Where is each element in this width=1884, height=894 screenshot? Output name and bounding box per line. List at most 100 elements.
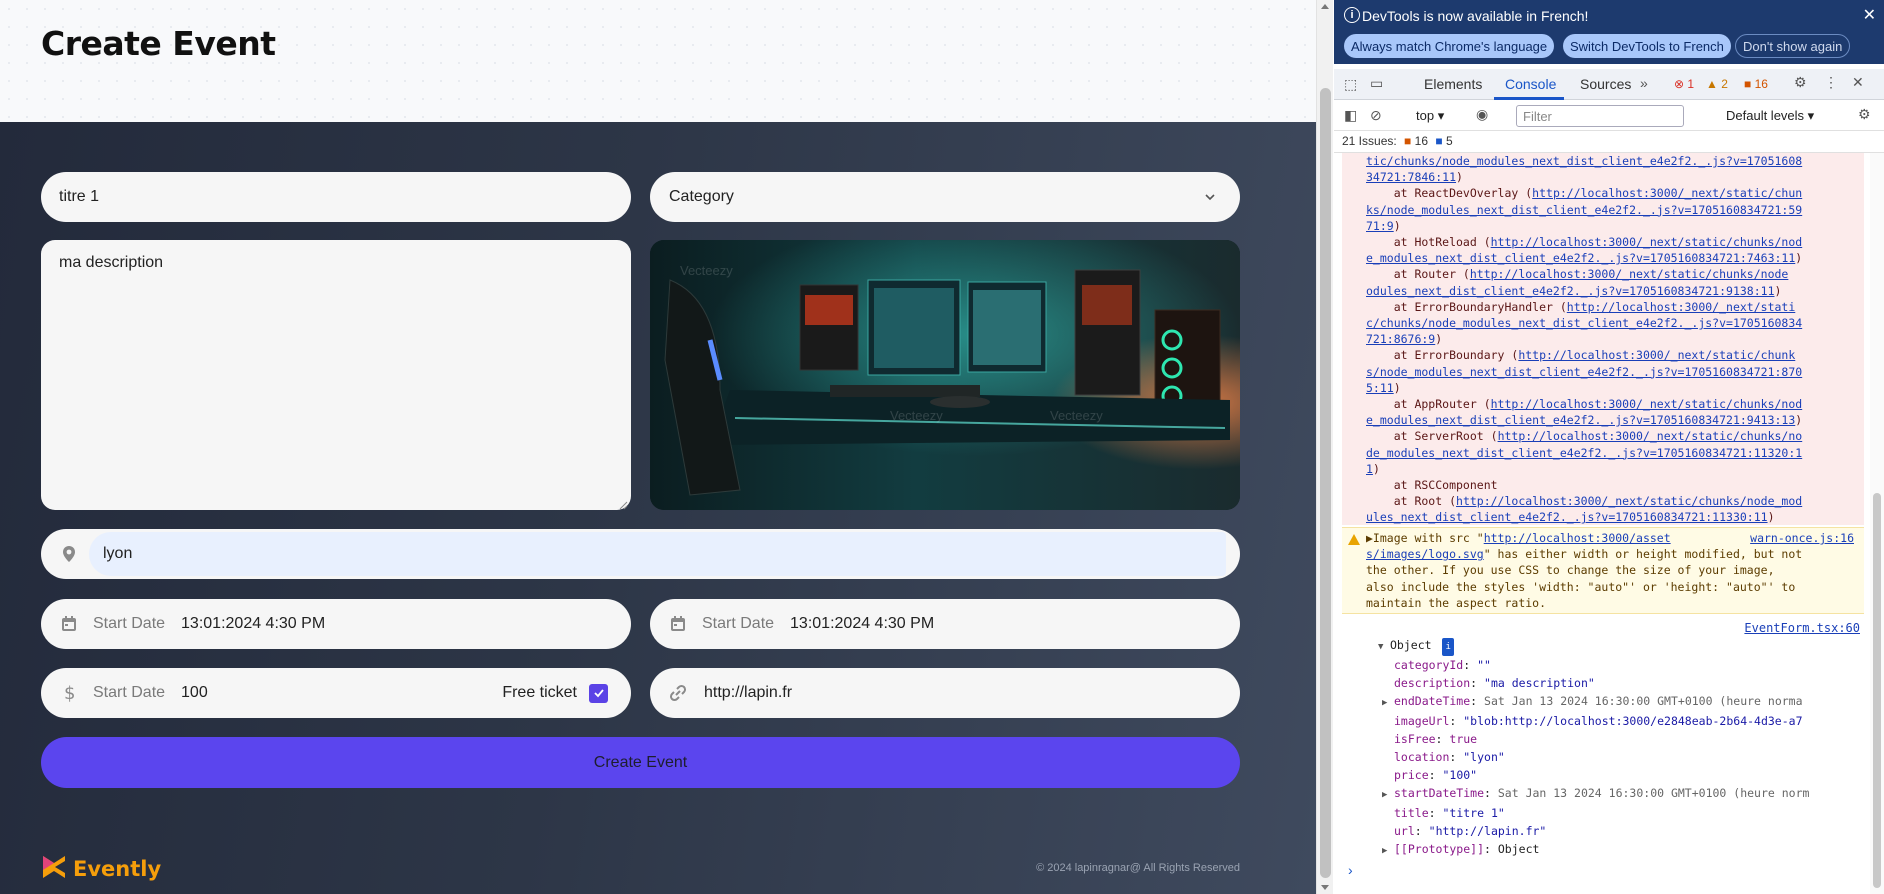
- object-header[interactable]: ▼ Object i: [1342, 636, 1864, 656]
- match-language-button[interactable]: Always match Chrome's language: [1344, 34, 1555, 58]
- object-property-row[interactable]: ▶ endDateTime: Sat Jan 13 2024 16:30:00 G…: [1342, 692, 1864, 712]
- stack-line-link[interactable]: odules_next_dist_client_e4e2f2._.js?v=17…: [1366, 284, 1775, 298]
- stack-line-link[interactable]: e_modules_next_dist_client_e4e2f2._.js?v…: [1366, 413, 1795, 427]
- stack-line-suffix: ): [1372, 461, 1380, 476]
- log-source-link[interactable]: EventForm.tsx:60: [1744, 621, 1860, 635]
- create-event-button[interactable]: Create Event: [41, 737, 1240, 788]
- warning-line-1: ▶Image with src ": [1366, 531, 1484, 545]
- stack-line-link[interactable]: 5:11: [1366, 381, 1394, 395]
- scroll-down-arrow-icon[interactable]: [1321, 885, 1329, 890]
- stack-line: at AppRouter (http://localhost:3000/_nex…: [1366, 396, 1858, 412]
- expand-triangle-icon[interactable]: ▼: [1378, 638, 1390, 656]
- device-toolbar-icon[interactable]: ▭: [1370, 75, 1383, 92]
- stack-line-link[interactable]: http://localhost:3000/_next/static/chunk…: [1470, 267, 1789, 281]
- close-icon[interactable]: ✕: [1863, 5, 1876, 25]
- kebab-menu-icon[interactable]: ⋮: [1824, 74, 1838, 91]
- warning-line-4: also include the styles 'width: "auto"' …: [1366, 579, 1796, 594]
- console-prompt[interactable]: ›: [1348, 862, 1353, 878]
- stack-line-text: at ReactDevOverlay (: [1366, 186, 1533, 201]
- log-levels-dropdown[interactable]: Default levels ▾: [1726, 108, 1814, 124]
- stack-line-link[interactable]: c/chunks/node_modules_next_dist_client_e…: [1366, 316, 1802, 330]
- chevron-down-icon: [1200, 187, 1220, 207]
- stack-line-link[interactable]: 721:8676:9: [1366, 332, 1435, 346]
- tab-console[interactable]: Console: [1505, 76, 1556, 92]
- warning-line-5: maintain the aspect ratio.: [1366, 595, 1547, 610]
- resize-grip-icon[interactable]: [618, 497, 628, 510]
- switch-language-button[interactable]: Switch DevTools to French: [1563, 34, 1731, 58]
- stack-line-link[interactable]: http://localhost:3000/_next/static/chunk…: [1498, 429, 1803, 443]
- free-ticket-toggle[interactable]: Free ticket: [502, 683, 608, 703]
- issue-count-badge[interactable]: ■ 16: [1744, 77, 1768, 91]
- stack-line-link[interactable]: 34721:7846:11: [1366, 170, 1456, 184]
- expand-triangle-icon[interactable]: ▶: [1382, 694, 1394, 712]
- warning-image-link-cont[interactable]: s/images/logo.svg: [1366, 547, 1484, 561]
- stack-line-link[interactable]: 71:9: [1366, 219, 1394, 233]
- issues-bar[interactable]: 21 Issues: ■ 16 ■ 5: [1334, 131, 1884, 153]
- stack-line-link[interactable]: ks/node_modules_next_dist_client_e4e2f2.…: [1366, 203, 1802, 217]
- page-scrollbar-thumb[interactable]: [1320, 88, 1331, 878]
- warning-count-badge[interactable]: ▲ 2: [1706, 77, 1728, 91]
- console-settings-icon[interactable]: ⚙: [1858, 106, 1871, 123]
- stack-line-link[interactable]: http://localhost:3000/_next/static/chunk: [1518, 348, 1795, 362]
- location-value: lyon: [103, 545, 133, 562]
- error-count-badge[interactable]: ⊗ 1: [1674, 77, 1694, 91]
- stack-line-link[interactable]: s/node_modules_next_dist_client_e4e2f2._…: [1366, 365, 1802, 379]
- stack-line-link[interactable]: http://localhost:3000/_next/static/chunk…: [1491, 235, 1803, 249]
- url-input[interactable]: http://lapin.fr: [650, 668, 1240, 718]
- page-header: Create Event: [0, 0, 1316, 122]
- console-filter-input[interactable]: Filter: [1516, 105, 1684, 127]
- dont-show-again-button[interactable]: Don't show again: [1735, 34, 1851, 58]
- object-property-row[interactable]: ▶ [[Prototype]]: Object: [1342, 840, 1864, 860]
- warning-source-link[interactable]: warn-once.js:16: [1750, 530, 1854, 546]
- more-tabs-icon[interactable]: »: [1640, 75, 1648, 91]
- logged-object[interactable]: ▼ Object i categoryId: "" description: "ma…: [1342, 636, 1864, 860]
- property-value: true: [1449, 732, 1478, 746]
- property-value: "lyon": [1463, 750, 1505, 764]
- object-property-row[interactable]: ▶ startDateTime: Sat Jan 13 2024 16:30:00…: [1342, 784, 1864, 804]
- location-autofill-field[interactable]: lyon: [89, 532, 1226, 576]
- image-preview[interactable]: Vecteezy Vecteezy Vecteezy: [650, 240, 1240, 510]
- settings-gear-icon[interactable]: ⚙: [1794, 74, 1807, 91]
- location-input[interactable]: lyon: [41, 529, 1240, 579]
- description-textarea[interactable]: ma description: [41, 240, 631, 510]
- stack-line-link[interactable]: 1: [1366, 462, 1373, 476]
- title-input[interactable]: titre 1: [41, 172, 631, 222]
- sidebar-toggle-icon[interactable]: ◧: [1344, 107, 1357, 124]
- banner-text: DevTools is now available in French!: [1362, 8, 1589, 24]
- price-input[interactable]: $ Start Date 100 Free ticket: [41, 668, 631, 718]
- free-ticket-checkbox[interactable]: [589, 683, 608, 703]
- stack-line-link[interactable]: http://localhost:3000/_next/static/chun: [1532, 186, 1802, 200]
- stack-line-link[interactable]: ules_next_dist_client_e4e2f2._.js?v=1705…: [1366, 510, 1768, 524]
- clear-console-icon[interactable]: ⊘: [1370, 107, 1382, 124]
- stack-line: at ErrorBoundaryHandler (http://localhos…: [1366, 299, 1858, 315]
- start-date-input[interactable]: Start Date 13:01:2024 4:30 PM: [41, 599, 631, 649]
- eye-icon[interactable]: ◉: [1476, 106, 1488, 123]
- inspect-element-icon[interactable]: ⬚: [1344, 76, 1357, 93]
- page-scrollbar[interactable]: [1316, 0, 1333, 894]
- console-scrollbar[interactable]: [1870, 153, 1884, 894]
- stack-line-link[interactable]: http://localhost:3000/_next/static/chunk…: [1456, 494, 1802, 508]
- expand-triangle-icon[interactable]: ▶: [1382, 842, 1394, 860]
- info-icon[interactable]: i: [1442, 638, 1454, 656]
- category-select[interactable]: Category: [650, 172, 1240, 222]
- object-property-row: price: "100": [1394, 768, 1478, 782]
- stack-line-link[interactable]: tic/chunks/node_modules_next_dist_client…: [1366, 154, 1802, 168]
- stack-line-link[interactable]: http://localhost:3000/_next/stati: [1567, 300, 1795, 314]
- svg-text:Vecteezy: Vecteezy: [890, 408, 943, 423]
- console-scrollbar-thumb[interactable]: [1873, 493, 1881, 888]
- expand-triangle-icon[interactable]: ▶: [1382, 786, 1394, 804]
- footer-logo[interactable]: Evently: [41, 854, 161, 884]
- warning-image-link[interactable]: http://localhost:3000/asset: [1484, 531, 1671, 545]
- tab-elements[interactable]: Elements: [1424, 76, 1482, 92]
- stack-line-link[interactable]: e_modules_next_dist_client_e4e2f2._.js?v…: [1366, 251, 1795, 265]
- property-value: "http://lapin.fr": [1428, 824, 1547, 838]
- tab-sources[interactable]: Sources: [1580, 76, 1631, 92]
- end-date-input[interactable]: Start Date 13:01:2024 4:30 PM: [650, 599, 1240, 649]
- scroll-up-arrow-icon[interactable]: [1321, 4, 1329, 9]
- context-selector[interactable]: top ▾: [1416, 108, 1444, 124]
- stack-line-link[interactable]: http://localhost:3000/_next/static/chunk…: [1491, 397, 1803, 411]
- stack-line: at HotReload (http://localhost:3000/_nex…: [1366, 234, 1858, 250]
- close-devtools-icon[interactable]: ✕: [1852, 74, 1864, 91]
- stack-line-link[interactable]: de_modules_next_dist_client_e4e2f2._.js?…: [1366, 446, 1802, 460]
- property-key: [[Prototype]]: [1394, 842, 1485, 856]
